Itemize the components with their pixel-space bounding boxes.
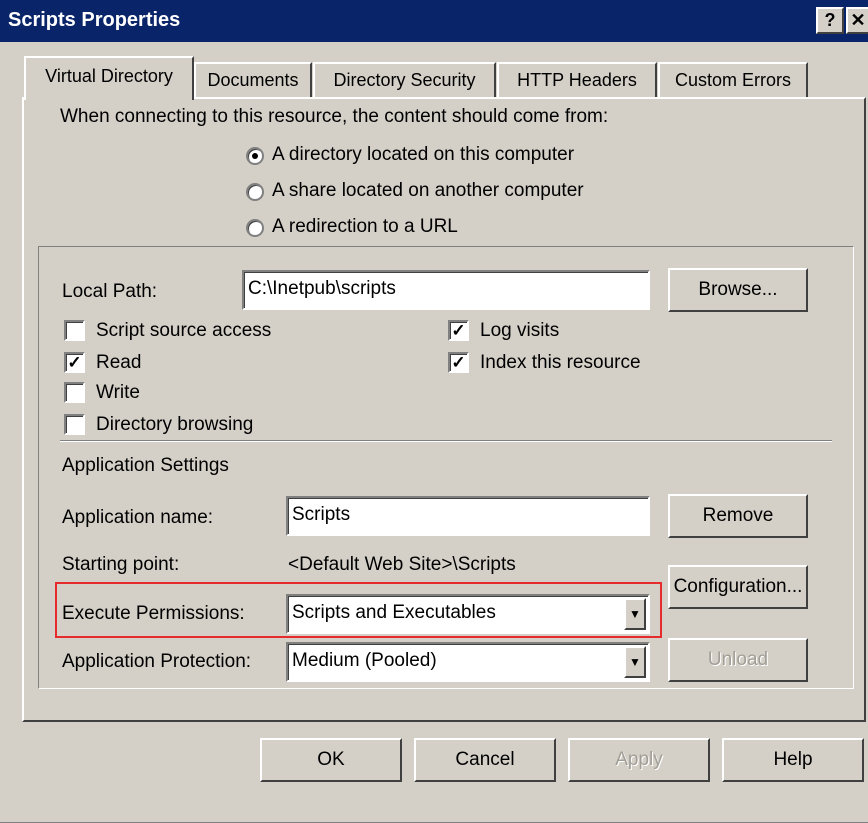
help-title-button[interactable]: ? xyxy=(816,7,844,34)
separator xyxy=(60,440,832,442)
help-icon: ? xyxy=(824,10,836,30)
title-bar[interactable]: Scripts Properties ? ✕ xyxy=(0,0,868,42)
close-icon: ✕ xyxy=(850,10,866,30)
browse-button[interactable]: Browse... xyxy=(668,268,808,312)
index-resource-checkbox[interactable]: ✓ xyxy=(448,352,469,373)
log-visits-checkbox[interactable]: ✓ xyxy=(448,320,469,341)
check-icon: ✓ xyxy=(67,353,82,372)
remove-button[interactable]: Remove xyxy=(668,494,808,538)
directory-browsing-checkbox[interactable] xyxy=(64,414,85,435)
application-name-label: Application name: xyxy=(62,507,214,528)
tab-directory-security[interactable]: Directory Security xyxy=(313,62,496,98)
local-path-input[interactable]: C:\Inetpub\scripts xyxy=(242,270,650,310)
execute-permissions-value: Scripts and Executables xyxy=(292,602,496,623)
script-source-access-checkbox[interactable] xyxy=(64,320,85,341)
configuration-button[interactable]: Configuration... xyxy=(668,565,808,609)
write-label[interactable]: Write xyxy=(96,382,140,404)
radio-network-share-label[interactable]: A share located on another computer xyxy=(272,180,584,202)
execute-permissions-label: Execute Permissions: xyxy=(62,603,245,624)
application-name-input[interactable]: Scripts xyxy=(286,496,650,536)
read-checkbox[interactable]: ✓ xyxy=(64,352,85,373)
tab-documents[interactable]: Documents xyxy=(194,62,312,98)
application-settings-heading: Application Settings xyxy=(62,455,229,476)
application-protection-select[interactable]: Medium (Pooled) ▼ xyxy=(286,642,650,682)
check-icon: ✓ xyxy=(451,353,466,372)
index-resource-label[interactable]: Index this resource xyxy=(480,352,641,374)
write-checkbox[interactable] xyxy=(64,382,85,403)
close-title-button[interactable]: ✕ xyxy=(846,7,868,34)
ok-button[interactable]: OK xyxy=(260,738,402,782)
radio-url-redirection-label[interactable]: A redirection to a URL xyxy=(272,216,458,238)
read-label[interactable]: Read xyxy=(96,352,141,374)
radio-network-share[interactable] xyxy=(246,183,264,201)
directory-browsing-label[interactable]: Directory browsing xyxy=(96,414,253,436)
tab-custom-errors[interactable]: Custom Errors xyxy=(658,62,808,98)
check-icon: ✓ xyxy=(451,321,466,340)
properties-dialog: Scripts Properties ? ✕ Virtual Directory… xyxy=(0,0,868,823)
chevron-down-icon[interactable]: ▼ xyxy=(624,646,646,678)
application-protection-value: Medium (Pooled) xyxy=(292,650,437,671)
help-button[interactable]: Help xyxy=(722,738,864,782)
starting-point-value: <Default Web Site>\Scripts xyxy=(288,554,516,575)
script-source-access-label[interactable]: Script source access xyxy=(96,320,271,342)
apply-button: Apply xyxy=(568,738,710,782)
unload-button: Unload xyxy=(668,638,808,682)
starting-point-label: Starting point: xyxy=(62,554,180,575)
radio-local-directory-label[interactable]: A directory located on this computer xyxy=(272,144,574,166)
window-title: Scripts Properties xyxy=(8,9,181,31)
source-prompt: When connecting to this resource, the co… xyxy=(60,106,609,127)
chevron-down-icon[interactable]: ▼ xyxy=(624,598,646,630)
radio-url-redirection[interactable] xyxy=(246,219,264,237)
tab-http-headers[interactable]: HTTP Headers xyxy=(497,62,657,98)
application-protection-label: Application Protection: xyxy=(62,651,252,672)
radio-local-directory[interactable] xyxy=(246,147,264,165)
tab-virtual-directory[interactable]: Virtual Directory xyxy=(24,56,194,100)
execute-permissions-select[interactable]: Scripts and Executables ▼ xyxy=(286,594,650,634)
cancel-button[interactable]: Cancel xyxy=(414,738,556,782)
log-visits-label[interactable]: Log visits xyxy=(480,320,559,342)
local-path-label: Local Path: xyxy=(62,281,158,302)
